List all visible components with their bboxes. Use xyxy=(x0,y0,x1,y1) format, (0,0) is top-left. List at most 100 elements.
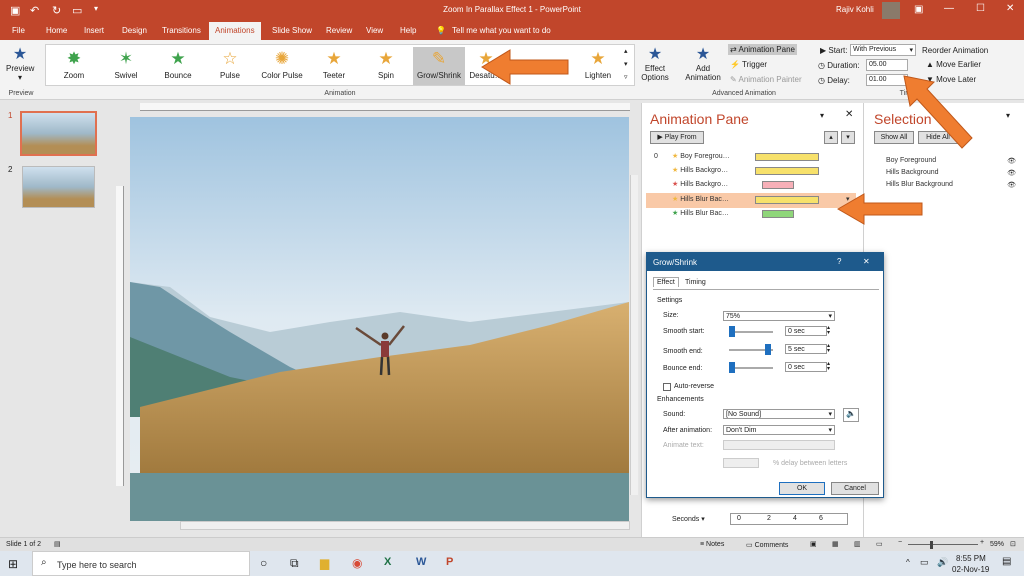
vertical-scrollbar[interactable] xyxy=(630,175,638,495)
anim-grow-shrink[interactable]: ✎ Grow/Shrink xyxy=(413,47,465,85)
smooth-start-slider[interactable] xyxy=(729,331,773,333)
maximize-icon[interactable]: ☐ xyxy=(976,3,985,14)
duration-field[interactable]: 05.00 xyxy=(866,59,908,71)
slide-canvas[interactable] xyxy=(130,117,629,521)
move-earlier-button[interactable]: ▲ Move Earlier xyxy=(926,60,981,69)
comments-button[interactable]: ▭ Comments xyxy=(746,541,788,549)
anim-teeter[interactable]: ★ Teeter xyxy=(308,47,360,85)
bounce-end-field[interactable]: 0 sec xyxy=(785,362,827,372)
dialog-close-icon[interactable]: ✕ xyxy=(863,257,870,266)
anim-spin[interactable]: ★ Spin xyxy=(360,47,412,85)
pane-options-icon[interactable]: ▾ xyxy=(1006,111,1010,120)
scroll-up-icon[interactable]: ▴ xyxy=(624,45,628,58)
show-hidden-icons[interactable]: ^ xyxy=(906,558,910,567)
volume-icon[interactable]: 🔊 xyxy=(937,557,948,568)
add-animation-button[interactable]: ★ Add Animation xyxy=(682,44,724,82)
tab-home[interactable]: Home xyxy=(46,26,67,35)
network-icon[interactable]: ▭ xyxy=(920,557,929,568)
animation-item[interactable]: ★ Hills Backgro… xyxy=(672,180,852,194)
notes-button[interactable]: ≡ Notes xyxy=(700,541,724,548)
tab-effect[interactable]: Effect xyxy=(653,277,679,287)
smooth-start-field[interactable]: 0 sec xyxy=(785,326,827,336)
start-dropdown[interactable]: With Previous ▾ xyxy=(850,44,916,56)
close-pane-icon[interactable]: ✕ xyxy=(845,109,853,120)
minimize-icon[interactable]: — xyxy=(944,3,954,14)
bounce-end-spinner[interactable]: ▴ ▾ xyxy=(827,361,830,372)
anim-color-pulse[interactable]: ✺ Color Pulse xyxy=(256,47,308,85)
slide-thumbnail-2[interactable] xyxy=(22,166,95,208)
smooth-start-spinner[interactable]: ▴ ▾ xyxy=(827,325,830,336)
animate-text-dropdown[interactable] xyxy=(723,440,835,450)
animation-painter-button[interactable]: ✎ Animation Painter xyxy=(730,75,802,84)
play-from-button[interactable]: ▶ Play From xyxy=(650,131,704,144)
slider-thumb[interactable] xyxy=(729,362,735,373)
gallery-scroll[interactable]: ▴ ▾ ▿ xyxy=(624,45,628,84)
animation-item[interactable]: ★ Hills Blur Bac… xyxy=(672,209,852,223)
anim-pulse[interactable]: ☆ Pulse xyxy=(204,47,256,85)
anim-zoom[interactable]: ✸ Zoom xyxy=(48,47,100,85)
search-box[interactable]: ⌕ Type here to search xyxy=(32,551,250,576)
auto-reverse-checkbox[interactable] xyxy=(663,383,671,391)
tab-insert[interactable]: Insert xyxy=(84,26,104,35)
avatar[interactable] xyxy=(882,2,900,19)
eye-icon[interactable]: 👁 xyxy=(1007,181,1016,189)
slide-thumbnail-1[interactable] xyxy=(20,111,97,156)
smooth-end-spinner[interactable]: ▴ ▾ xyxy=(827,343,830,354)
reading-view-icon[interactable]: ▥ xyxy=(854,540,861,548)
move-up-button[interactable]: ▴ xyxy=(824,131,838,144)
size-dropdown[interactable]: 75% ▾ xyxy=(723,311,835,321)
sound-dropdown[interactable]: [No Sound] ▾ xyxy=(723,409,835,419)
clock-time[interactable]: 8:55 PM xyxy=(956,554,986,563)
slider-thumb[interactable] xyxy=(765,344,771,355)
tab-timing[interactable]: Timing xyxy=(685,279,706,286)
after-animation-dropdown[interactable]: Don't Dim ▾ xyxy=(723,425,835,435)
preview-button[interactable]: ★ Preview ▾ xyxy=(6,44,34,82)
speaker-icon[interactable]: 🔈 xyxy=(843,408,859,422)
close-icon[interactable]: ✕ xyxy=(1006,3,1014,14)
cancel-button[interactable]: Cancel xyxy=(831,482,879,495)
animation-item[interactable]: ★ Hills Backgro… xyxy=(672,166,852,180)
bounce-end-slider[interactable] xyxy=(729,367,773,369)
pane-options-icon[interactable]: ▾ xyxy=(820,111,824,120)
task-view-icon[interactable]: ⧉ xyxy=(290,556,299,571)
zoom-slider-thumb[interactable] xyxy=(930,541,933,549)
anim-bounce[interactable]: ★ Bounce xyxy=(152,47,204,85)
tab-transitions[interactable]: Transitions xyxy=(162,26,201,35)
tell-me-search[interactable]: Tell me what you want to do xyxy=(452,26,551,35)
seconds-dropdown[interactable]: Seconds ▾ xyxy=(672,515,705,523)
tab-view[interactable]: View xyxy=(366,26,383,35)
tab-animations[interactable]: Animations xyxy=(209,22,261,40)
zoom-out-icon[interactable]: − xyxy=(898,539,902,546)
anim-lighten[interactable]: ★ Lighten xyxy=(572,47,624,85)
word-icon[interactable]: W xyxy=(416,556,426,568)
normal-view-icon[interactable]: ▣ xyxy=(810,540,817,548)
zoom-slider[interactable] xyxy=(908,544,978,545)
chrome-icon[interactable]: ◉ xyxy=(352,556,362,570)
slideshow-view-icon[interactable]: ▭ xyxy=(876,540,883,548)
timeline-ruler[interactable]: 0 2 4 6 xyxy=(730,513,848,525)
smooth-end-field[interactable]: 5 sec xyxy=(785,344,827,354)
horizontal-scrollbar[interactable] xyxy=(180,521,630,530)
tab-review[interactable]: Review xyxy=(326,26,352,35)
tab-file[interactable]: File xyxy=(12,26,25,35)
fit-slide-icon[interactable]: ⊡ xyxy=(1010,540,1016,548)
clock-date[interactable]: 02-Nov-19 xyxy=(952,565,989,574)
trigger-button[interactable]: ⚡ Trigger xyxy=(730,60,767,69)
zoom-in-icon[interactable]: + xyxy=(980,539,984,546)
cortana-icon[interactable]: ○ xyxy=(260,556,267,570)
spellcheck-icon[interactable]: ▤ xyxy=(54,540,61,548)
file-explorer-icon[interactable]: ▆ xyxy=(320,556,329,570)
slider-thumb[interactable] xyxy=(729,326,735,337)
windows-start-icon[interactable]: ⊞ xyxy=(8,557,18,571)
animation-pane-button[interactable]: ⇄ Animation Pane xyxy=(728,44,797,55)
animation-item-selected[interactable]: ★ Hills Blur Bac… ▾ xyxy=(646,193,856,208)
slide-sorter-icon[interactable]: ▦ xyxy=(832,540,839,548)
excel-icon[interactable]: X xyxy=(384,556,391,568)
more-icon[interactable]: ▿ xyxy=(624,71,628,84)
help-icon[interactable]: ? xyxy=(837,257,841,266)
notification-icon[interactable]: ▤ xyxy=(1002,556,1011,567)
tab-design[interactable]: Design xyxy=(122,26,147,35)
tab-slide-show[interactable]: Slide Show xyxy=(272,26,312,35)
anim-swivel[interactable]: ✶ Swivel xyxy=(100,47,152,85)
delay-letters-field[interactable] xyxy=(723,458,759,468)
